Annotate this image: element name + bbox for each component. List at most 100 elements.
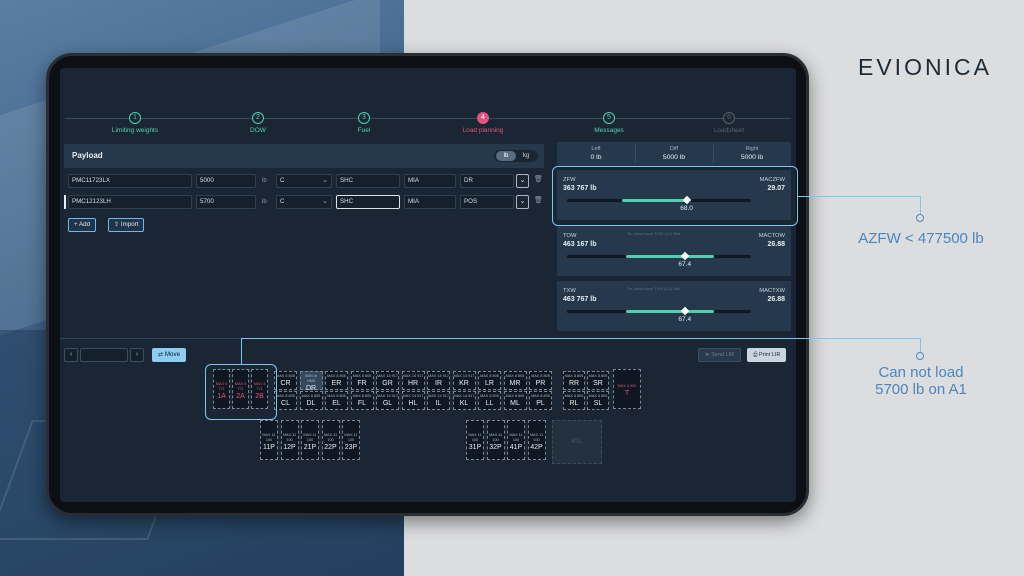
uld-position-42p[interactable]: MAX 11 100 42P — [527, 420, 546, 460]
uld-position-ll[interactable]: MAX 8 805 LL — [478, 391, 501, 410]
card-note: Tie-down input TXW (LG) Mid — [627, 286, 680, 291]
uld-position-dr[interactable]: 5000 lb HNB DR — [299, 371, 323, 392]
category-select[interactable]: C ⌄ — [276, 195, 332, 209]
position-id: LL — [485, 400, 494, 407]
callout-dot — [916, 352, 924, 360]
position-max: MAX 11 100 — [488, 433, 503, 442]
uld-id-field[interactable]: PMC12123LH — [68, 195, 192, 209]
uld-position-pl[interactable]: MAX 8 805 PL — [529, 391, 552, 410]
chevron-down-icon[interactable]: ⌄ — [516, 174, 529, 188]
position-max: MAX 11 100 — [282, 433, 297, 442]
cg-percent: 67.4 — [678, 316, 692, 323]
uld-position-kl[interactable]: MAX 14 917 KL — [452, 391, 476, 410]
uld-position-11p[interactable]: MAX 11 100 11P — [260, 420, 278, 460]
position-max: MAX 11 100 — [529, 433, 544, 442]
category-select[interactable]: C ⌄ — [276, 174, 332, 188]
chevron-down-icon[interactable]: ⌄ — [516, 195, 529, 209]
swap-icon: ⇄ — [158, 351, 165, 358]
uld-position-31p[interactable]: MAX 11 100 31P — [466, 420, 484, 460]
step-label: Messages — [594, 127, 624, 134]
uld-position-er[interactable]: MAX 8 805 ER — [325, 371, 348, 390]
prev-page-button[interactable]: ‹ — [64, 348, 78, 362]
destination-field[interactable]: MIA — [404, 174, 456, 188]
uld-position-pr[interactable]: MAX 8 805 PR — [529, 371, 552, 390]
position-id: FL — [357, 400, 367, 407]
position-id: IR — [435, 380, 442, 387]
app-screen: 1 Limiting weights 2 DOW 3 Fuel 4 Load p… — [60, 68, 796, 502]
uld-position-23p[interactable]: MAX 11 100 23P — [342, 420, 360, 460]
uld-position-cl[interactable]: MAX 8 805 CL — [274, 391, 297, 410]
position-field[interactable]: DR — [460, 174, 514, 188]
print-lir-button[interactable]: ⎙ Print LIR — [747, 348, 787, 362]
page-input[interactable] — [80, 348, 128, 362]
uld-position-fr[interactable]: MAX 8 805 FR — [350, 371, 374, 390]
trash-icon[interactable]: 🗑 — [534, 196, 543, 204]
uld-position-12p[interactable]: MAX 11 100 12P — [280, 420, 299, 460]
add-button[interactable]: + Add — [68, 218, 97, 232]
uld-position-dl[interactable]: MAX 8 805 DL — [299, 391, 323, 410]
position-field[interactable]: POS — [460, 195, 514, 209]
position-id: SR — [593, 380, 603, 387]
position-id: 21P — [303, 444, 317, 451]
payload-header: Payload lb kg — [64, 144, 544, 168]
step-loadsheet[interactable]: 6 Loadsheet — [669, 112, 789, 134]
uld-position-gl[interactable]: MAX 14 917 GL — [376, 391, 399, 410]
position-max: MAX 11 100 — [468, 433, 482, 442]
card-mac-value: 26.88 — [767, 241, 785, 248]
send-lir-button[interactable]: ➤ Send LIR — [698, 348, 742, 362]
step-load-planning[interactable]: 4 Load planning — [423, 112, 543, 134]
weight-field[interactable]: 5000 — [196, 174, 256, 188]
uld-position-21p[interactable]: MAX 11 100 21P — [301, 420, 319, 460]
uld-position-el[interactable]: MAX 8 805 EL — [325, 391, 348, 410]
uld-position-lr[interactable]: MAX 8 805 LR — [478, 371, 501, 390]
shc-field[interactable]: SHC — [336, 174, 400, 188]
move-label: Move — [164, 351, 181, 358]
uld-position-rl[interactable]: MAX 8 805 RL — [563, 391, 585, 410]
step-messages[interactable]: 5 Messages — [549, 112, 669, 134]
position-id: FR — [357, 380, 367, 387]
position-id: PR — [535, 380, 546, 387]
tow-card: Tie-down input TOW (LG) Mid TOW 463 167 … — [557, 226, 791, 276]
uld-position-ml[interactable]: MAX 8 805 ML — [503, 391, 527, 410]
position-id: T — [624, 390, 630, 397]
import-button[interactable]: ⇪ Import — [108, 218, 145, 232]
uld-position-sl[interactable]: MAX 8 805 SL — [587, 391, 609, 410]
move-button[interactable]: ⇄ Move — [152, 348, 187, 362]
uld-position-41p[interactable]: MAX 11 100 41P — [507, 420, 525, 460]
uld-position-fl[interactable]: MAX 8 805 FL — [350, 391, 374, 410]
uld-position-32p[interactable]: MAX 11 100 32P — [486, 420, 505, 460]
uld-position-kr[interactable]: MAX 14 917 KR — [452, 371, 476, 390]
uld-position-rr[interactable]: MAX 8 805 RR — [563, 371, 585, 390]
destination-field[interactable]: MIA — [404, 195, 456, 209]
shc-field[interactable]: SHC — [336, 195, 400, 209]
step-limiting-weights[interactable]: 1 Limiting weights — [75, 112, 195, 134]
uld-position-hr[interactable]: MAX 14 917 HR — [401, 371, 425, 390]
uld-position-gr[interactable]: MAX 14 917 GR — [376, 371, 399, 390]
step-number: 3 — [358, 112, 370, 124]
uld-position-sr[interactable]: MAX 8 805 SR — [587, 371, 609, 390]
uld-position-ir[interactable]: MAX 14 917 IR — [427, 371, 450, 390]
step-dow[interactable]: 2 DOW — [198, 112, 318, 134]
next-page-button[interactable]: › — [130, 348, 144, 362]
weight-field[interactable]: 5700 — [196, 195, 256, 209]
balance-diff: Diff 5000 lb — [635, 146, 713, 161]
uld-position-tail[interactable]: MAX 4 902 T — [613, 369, 641, 409]
card-note: Tie-down input TOW (LG) Mid — [627, 231, 681, 236]
uld-position-cr[interactable]: MAX 8 805 CR — [274, 371, 297, 390]
position-id: PL — [536, 400, 545, 407]
card-value: 463 167 lb — [563, 241, 597, 248]
position-id: CL — [281, 400, 290, 407]
uld-id-field[interactable]: PMC11723LX — [68, 174, 192, 188]
uld-position-mr[interactable]: MAX 8 805 MR — [503, 371, 527, 390]
unit-toggle[interactable]: lb kg — [494, 150, 538, 162]
uld-position-il[interactable]: MAX 14 917 IL — [427, 391, 450, 410]
uld-position-hl[interactable]: MAX 14 917 HL — [401, 391, 425, 410]
step-fuel[interactable]: 3 Fuel — [304, 112, 424, 134]
bulk-position[interactable]: 45L — [552, 420, 602, 464]
uld-position-22p[interactable]: MAX 11 100 22P — [321, 420, 340, 460]
trash-icon[interactable]: 🗑 — [534, 175, 543, 183]
unit-kg-option[interactable]: kg — [516, 151, 536, 161]
send-label: Send LIR — [711, 352, 735, 358]
unit-lb-option[interactable]: lb — [496, 151, 516, 161]
balance-right-value: 5000 lb — [740, 154, 764, 161]
